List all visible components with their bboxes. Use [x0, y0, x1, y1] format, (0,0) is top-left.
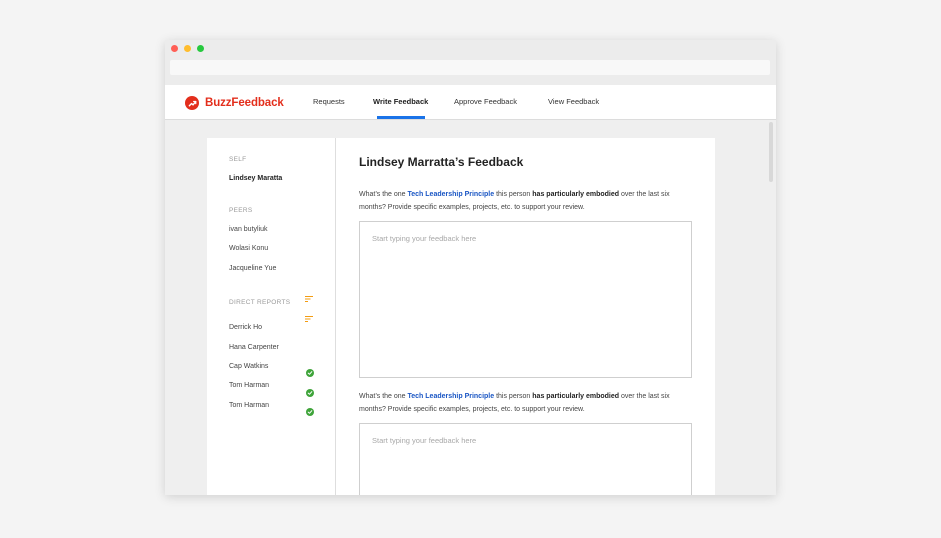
question-prompt: What’s the one Tech Leadership Principle… — [359, 390, 694, 416]
textarea-placeholder: Start typing your feedback here — [372, 234, 477, 243]
nav-approve-feedback[interactable]: Approve Feedback — [454, 97, 517, 106]
check-circle-icon — [306, 369, 314, 377]
feedback-sidebar: SELF Lindsey Maratta PEERS ivan butyliuk… — [207, 138, 336, 495]
question-emphasis: has particularly embodied — [532, 191, 620, 198]
top-navigation: BuzzFeedback Requests Write Feedback App… — [165, 85, 776, 120]
maximize-window-button[interactable] — [197, 45, 204, 52]
sidebar-item-direct-report[interactable]: Cap Watkins — [229, 363, 268, 370]
textarea-placeholder: Start typing your feedback here — [372, 436, 477, 445]
question-text: What’s the one — [359, 191, 408, 198]
section-label-direct-reports: DIRECT REPORTS — [229, 299, 291, 306]
feedback-textarea[interactable]: Start typing your feedback here — [359, 221, 692, 378]
page-title: Lindsey Marratta’s Feedback — [359, 155, 524, 169]
app-name: BuzzFeedback — [205, 97, 284, 109]
principle-link[interactable]: Tech Leadership Principle — [408, 393, 495, 400]
sidebar-item-direct-report[interactable]: Derrick Ho — [229, 324, 262, 331]
close-window-button[interactable] — [171, 45, 178, 52]
sidebar-item-self[interactable]: Lindsey Maratta — [229, 175, 282, 182]
trending-arrow-icon — [185, 96, 199, 110]
question-prompt: What’s the one Tech Leadership Principle… — [359, 188, 694, 214]
browser-window: BuzzFeedback Requests Write Feedback App… — [165, 40, 776, 495]
question-text: What’s the one — [359, 393, 408, 400]
active-tab-indicator — [377, 116, 425, 119]
sidebar-item-direct-report[interactable]: Tom Harman — [229, 402, 269, 409]
minimize-window-button[interactable] — [184, 45, 191, 52]
feedback-textarea[interactable]: Start typing your feedback here — [359, 423, 692, 495]
sidebar-item-direct-report[interactable]: Hana Carpenter — [229, 344, 279, 351]
page-scrollbar[interactable] — [769, 122, 773, 182]
nav-write-feedback[interactable]: Write Feedback — [373, 97, 428, 106]
address-bar[interactable] — [170, 60, 770, 75]
feedback-form: Lindsey Marratta’s Feedback What’s the o… — [336, 138, 715, 495]
question-emphasis: has particularly embodied — [532, 393, 620, 400]
principle-link[interactable]: Tech Leadership Principle — [408, 191, 495, 198]
app-logo[interactable]: BuzzFeedback — [185, 95, 284, 111]
nav-requests[interactable]: Requests — [313, 97, 345, 106]
section-label-peers: PEERS — [229, 207, 253, 214]
question-text: this person — [494, 191, 533, 198]
sidebar-item-peer[interactable]: ivan butyliuk — [229, 226, 268, 233]
nav-view-feedback[interactable]: View Feedback — [548, 97, 599, 106]
sidebar-item-peer[interactable]: Jacqueline Yue — [229, 265, 276, 272]
sort-lines-icon[interactable] — [305, 289, 313, 307]
sidebar-item-peer[interactable]: Wolasi Konu — [229, 245, 268, 252]
sidebar-item-direct-report[interactable]: Tom Harman — [229, 382, 269, 389]
question-text: this person — [494, 393, 533, 400]
check-circle-icon — [306, 389, 314, 397]
check-circle-icon — [306, 408, 314, 416]
sort-lines-icon[interactable] — [305, 309, 313, 327]
browser-titlebar — [165, 40, 776, 86]
section-label-self: SELF — [229, 156, 247, 163]
